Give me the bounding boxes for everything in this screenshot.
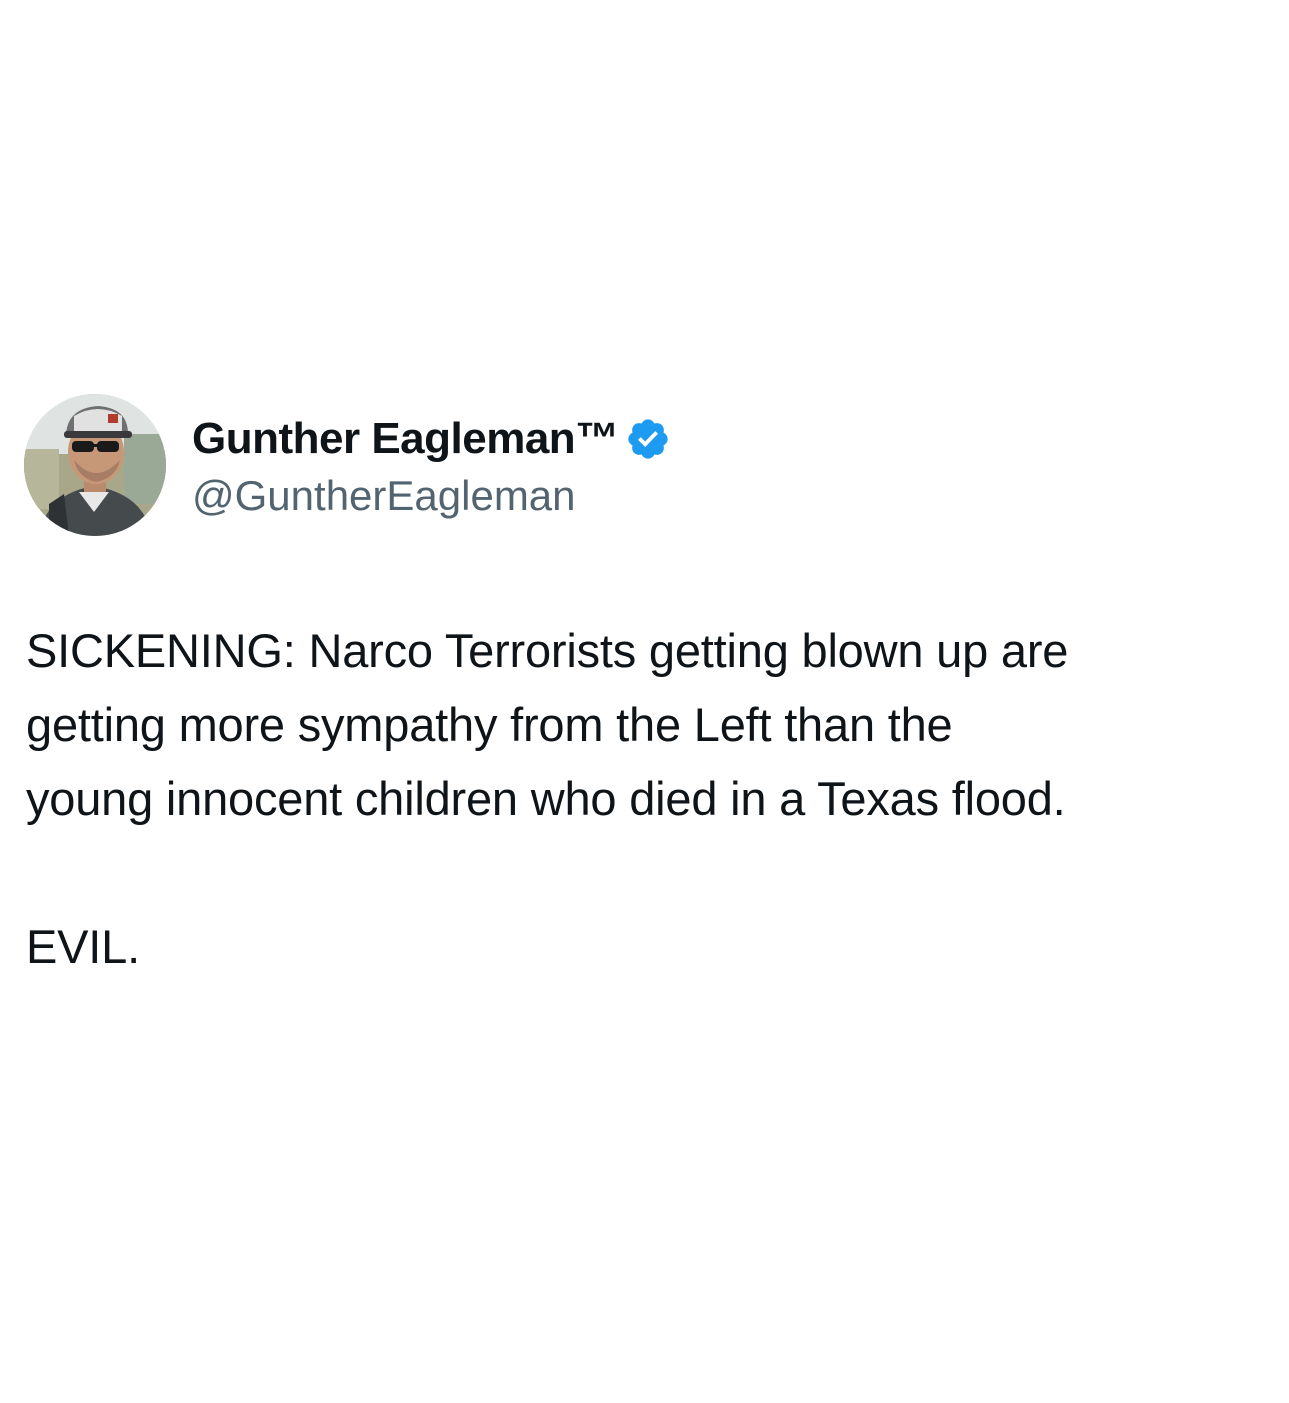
tweet-header: Gunther Eagleman™ @GuntherEagleman [24, 393, 671, 537]
tweet-text-line: getting more sympathy from the Left than… [26, 698, 953, 751]
avatar[interactable] [24, 394, 166, 536]
tweet-text-line: SICKENING: Narco Terrorists getting blow… [26, 624, 1069, 677]
tweet-text-line: young innocent children who died in a Te… [26, 772, 1066, 825]
author-handle[interactable]: @GuntherEagleman [192, 472, 671, 520]
tweet-closing-line: EVIL. [26, 920, 140, 973]
name-row: Gunther Eagleman™ [192, 410, 671, 468]
display-name[interactable]: Gunther Eagleman™ [192, 414, 619, 464]
avatar-photo [24, 394, 166, 536]
tweet-text: SICKENING: Narco Terrorists getting blow… [26, 614, 1276, 984]
author-identity: Gunther Eagleman™ @GuntherEagleman [192, 410, 671, 520]
tweet-card: Gunther Eagleman™ @GuntherEagleman SICKE… [0, 0, 1289, 1403]
verified-badge-icon [625, 416, 671, 462]
